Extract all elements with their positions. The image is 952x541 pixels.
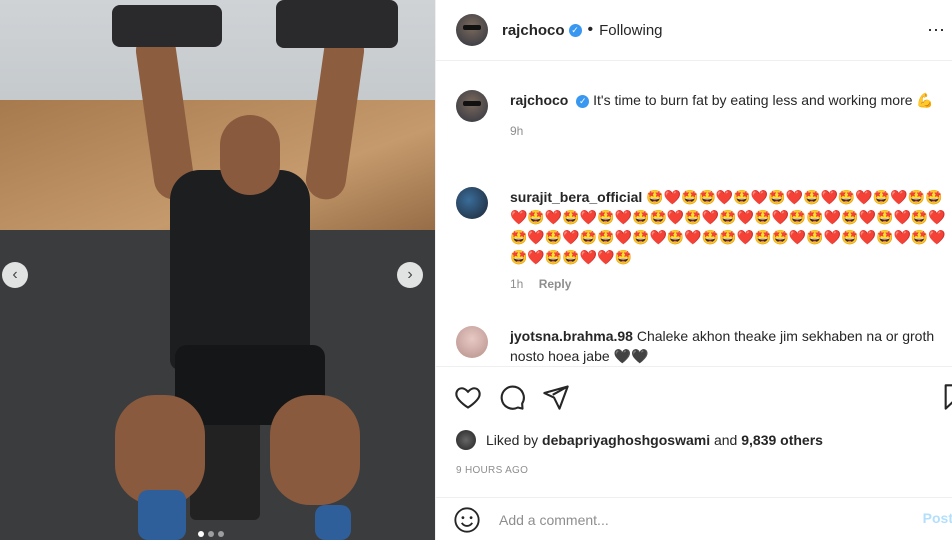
liker-avatar[interactable]	[456, 430, 476, 450]
post-header: rajchoco ✓ • Following ⋯	[436, 0, 952, 61]
chevron-right-icon: ›	[407, 266, 413, 283]
comment-time: 1h	[510, 277, 524, 291]
chevron-left-icon: ‹	[12, 266, 18, 283]
share-icon[interactable]	[542, 383, 570, 411]
comment-icon[interactable]	[498, 383, 526, 411]
commenter-username[interactable]: surajit_bera_official	[510, 189, 642, 205]
verified-icon: ✓	[576, 95, 590, 108]
follow-status-button[interactable]: Following	[599, 22, 662, 39]
author-avatar[interactable]	[456, 90, 488, 122]
comment: surajit_bera_official 🤩❤️🤩🤩❤️🤩❤️🤩❤️🤩❤️🤩❤…	[456, 187, 946, 291]
carousel-dot	[208, 531, 214, 537]
likes-middle: and	[713, 432, 738, 448]
separator-dot: •	[587, 21, 594, 38]
post-comment-button[interactable]: Post	[923, 510, 952, 526]
author-avatar[interactable]	[456, 14, 488, 46]
caption: rajchoco ✓ It's time to burn fat by eati…	[456, 90, 946, 138]
carousel-dot	[198, 531, 204, 537]
carousel-dot	[218, 531, 224, 537]
commenter-avatar[interactable]	[456, 326, 488, 358]
comment-input[interactable]	[497, 510, 881, 529]
more-icon[interactable]: ⋯	[927, 20, 945, 41]
heart-icon[interactable]	[454, 383, 482, 411]
liker-username[interactable]: debapriyaghoshgoswami	[542, 432, 710, 448]
carousel-prev-button[interactable]: ‹	[2, 262, 28, 288]
author-username[interactable]: rajchoco	[502, 22, 565, 39]
post-photo[interactable]: ‹ ›	[0, 0, 435, 540]
post-sidebar: rajchoco ✓ • Following ⋯ rajchoco ✓ It's…	[435, 0, 952, 540]
comment-box: Post	[436, 497, 952, 541]
likes-summary: Liked by debapriyaghoshgoswami and 9,839…	[456, 430, 823, 450]
caption-time: 9h	[510, 124, 524, 138]
carousel-dots	[198, 531, 224, 537]
caption-username[interactable]: rajchoco	[510, 92, 568, 108]
reply-button[interactable]: Reply	[539, 277, 572, 291]
bookmark-icon[interactable]	[941, 383, 952, 411]
caption-text: It's time to burn fat by eating less and…	[593, 92, 934, 108]
likes-others-link[interactable]: 9,839 others	[741, 432, 823, 448]
verified-icon: ✓	[568, 23, 582, 37]
comments-list[interactable]: rajchoco ✓ It's time to burn fat by eati…	[436, 61, 952, 366]
dumbbell-right	[276, 0, 398, 48]
action-bar	[436, 366, 952, 427]
commenter-username[interactable]: jyotsna.brahma.98	[510, 328, 633, 344]
post-timestamp: 9 HOURS AGO	[456, 465, 529, 476]
commenter-avatar[interactable]	[456, 187, 488, 219]
dumbbell-left	[112, 5, 222, 47]
carousel-next-button[interactable]: ›	[397, 262, 423, 288]
comment: jyotsna.brahma.98 Chaleke akhon theake j…	[456, 326, 946, 366]
emoji-icon[interactable]	[453, 506, 481, 534]
likes-prefix: Liked by	[486, 432, 539, 448]
